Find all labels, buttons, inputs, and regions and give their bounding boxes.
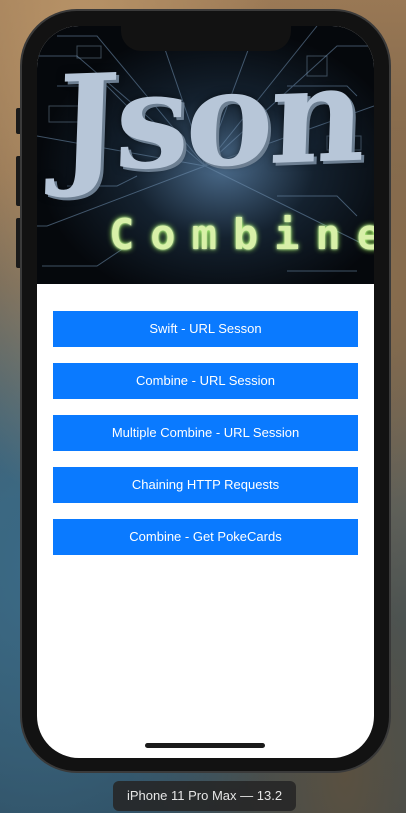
chaining-http-requests-button[interactable]: Chaining HTTP Requests (53, 467, 358, 503)
combine-url-session-button[interactable]: Combine - URL Session (53, 363, 358, 399)
swift-url-session-button[interactable]: Swift - URL Sesson (53, 311, 358, 347)
header-banner-image: Json Combine (37, 26, 374, 284)
combine-logo-text: Combine (109, 210, 374, 259)
simulator-device-label: iPhone 11 Pro Max — 13.2 (113, 781, 296, 811)
json-logo-text: Json (54, 36, 365, 203)
app-screen: Json Combine Swift - URL Sesson Combine … (37, 26, 374, 758)
button-list: Swift - URL Sesson Combine - URL Session… (53, 311, 358, 571)
combine-get-pokecards-button[interactable]: Combine - Get PokeCards (53, 519, 358, 555)
multiple-combine-url-session-button[interactable]: Multiple Combine - URL Session (53, 415, 358, 451)
device-notch (121, 26, 291, 51)
home-indicator[interactable] (145, 743, 265, 748)
